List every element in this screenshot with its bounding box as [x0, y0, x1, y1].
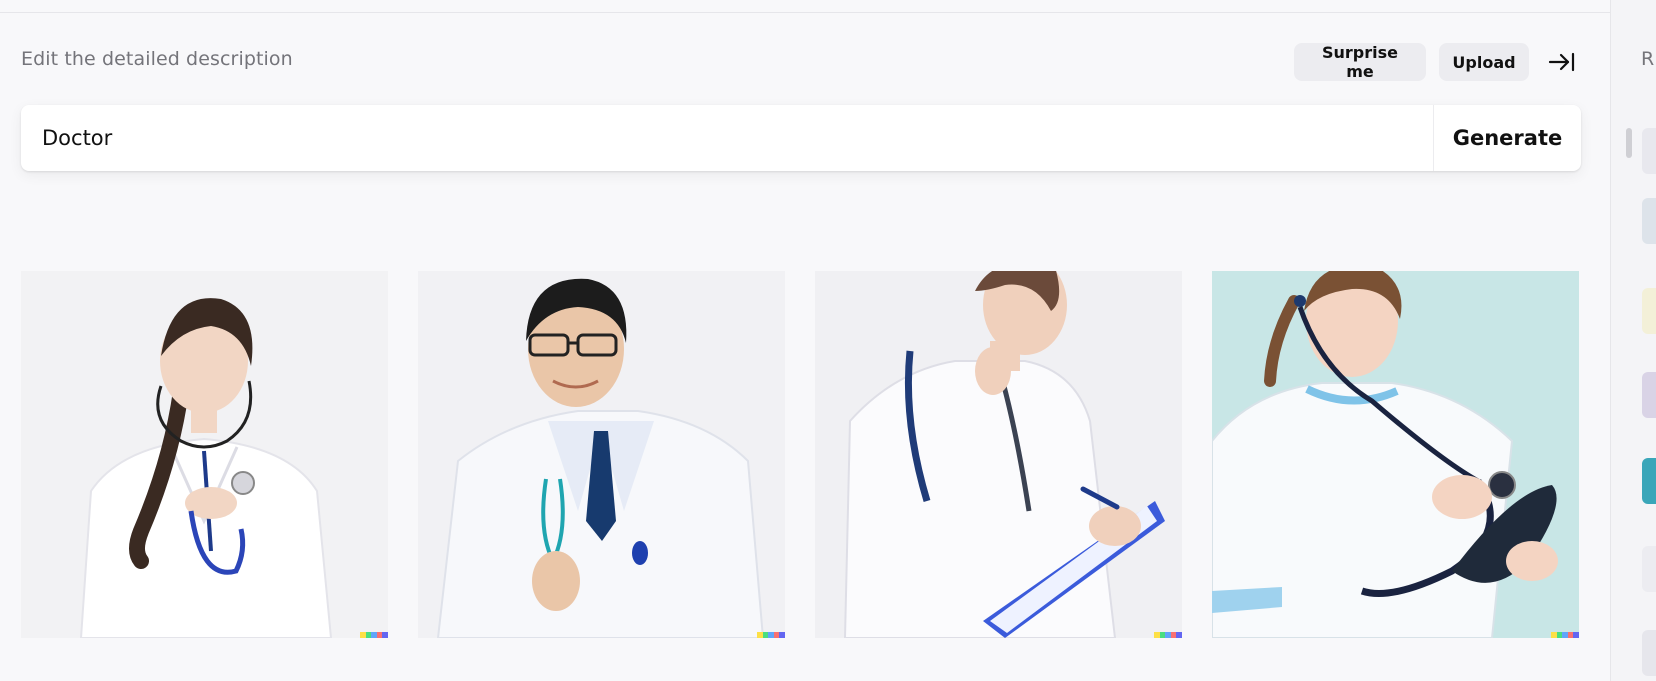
- arrow-right-to-bar-icon[interactable]: [1544, 47, 1580, 77]
- header-toolbar: Surprise me Upload: [0, 43, 1610, 83]
- generate-button[interactable]: Generate: [1434, 105, 1581, 171]
- signature-stripe: [1551, 632, 1579, 638]
- doctor-portrait-image: [1212, 271, 1579, 638]
- results-grid: [21, 271, 1581, 638]
- surprise-me-button[interactable]: Surprise me: [1294, 43, 1426, 81]
- history-thumbnail[interactable]: [1642, 372, 1656, 418]
- signature-stripe: [360, 632, 388, 638]
- signature-stripe: [757, 632, 785, 638]
- doctor-portrait-image: [815, 271, 1182, 638]
- top-divider: [0, 12, 1610, 13]
- sidebar-scrollbar[interactable]: [1626, 128, 1632, 158]
- signature-stripe: [1154, 632, 1182, 638]
- doctor-portrait-image: [21, 271, 388, 638]
- main-panel: Edit the detailed description Surprise m…: [0, 0, 1610, 681]
- history-thumbnail[interactable]: [1642, 198, 1656, 244]
- result-image-3[interactable]: [815, 271, 1182, 638]
- prompt-input[interactable]: [21, 105, 1433, 171]
- history-thumbnail[interactable]: [1642, 288, 1656, 334]
- result-image-4[interactable]: [1212, 271, 1579, 638]
- upload-button[interactable]: Upload: [1439, 43, 1529, 81]
- history-thumbnail[interactable]: [1642, 630, 1656, 676]
- history-sidebar: R: [1610, 0, 1656, 681]
- history-thumbnail[interactable]: [1642, 546, 1656, 592]
- history-thumbnail[interactable]: [1642, 458, 1656, 504]
- sidebar-title: R: [1641, 48, 1655, 70]
- result-image-2[interactable]: [418, 271, 785, 638]
- doctor-portrait-image: [418, 271, 785, 638]
- prompt-bar: Generate: [21, 105, 1581, 171]
- result-image-1[interactable]: [21, 271, 388, 638]
- history-thumbnail[interactable]: [1642, 128, 1656, 174]
